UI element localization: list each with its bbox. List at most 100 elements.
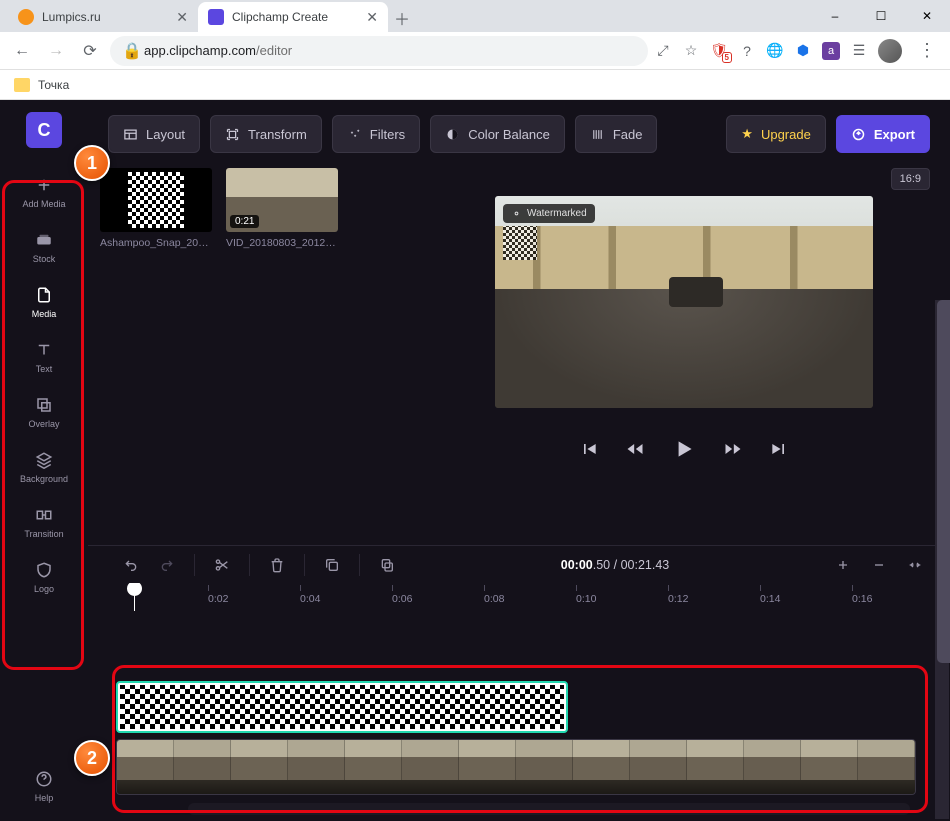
overlay-track[interactable]: [116, 681, 930, 733]
btn-label: Layout: [146, 127, 185, 142]
sidebar-label: Logo: [34, 584, 54, 594]
ruler-tick: 0:16: [852, 593, 872, 605]
ruler-tick: 0:04: [300, 593, 320, 605]
split-icon[interactable]: [207, 550, 237, 580]
zoom-fit-icon[interactable]: [900, 550, 930, 580]
layout-button[interactable]: Layout: [108, 115, 200, 153]
window-minimize[interactable]: –: [812, 0, 858, 32]
extension-globe-icon[interactable]: 🌐: [766, 42, 784, 60]
ruler-tick: 0:12: [668, 593, 688, 605]
bookmark-bar: Точка: [0, 70, 950, 100]
redo-icon[interactable]: [152, 550, 182, 580]
playhead-handle[interactable]: [127, 583, 142, 596]
media-thumb[interactable]: 0:21 VID_20180803_201255…: [226, 168, 338, 249]
paste-icon[interactable]: [372, 550, 402, 580]
bookmark-star-icon[interactable]: ☆: [682, 42, 700, 60]
stock-icon: [33, 229, 55, 251]
nav-back-icon[interactable]: ←: [8, 37, 36, 65]
app-logo[interactable]: C: [26, 112, 62, 148]
upgrade-button[interactable]: ★ Upgrade: [726, 115, 826, 153]
sidebar-item-stock[interactable]: Stock: [14, 225, 74, 268]
media-bin: Ashampoo_Snap_2020… 0:21 VID_20180803_20…: [88, 168, 438, 545]
sidebar-label: Add Media: [22, 199, 65, 209]
fade-button[interactable]: Fade: [575, 115, 658, 153]
window-maximize[interactable]: ☐: [858, 0, 904, 32]
tab-close-icon[interactable]: ✕: [366, 9, 378, 26]
nav-reload-icon[interactable]: ⟳: [76, 37, 104, 65]
extension-a-icon[interactable]: a: [822, 42, 840, 60]
overlay-icon: [33, 394, 55, 416]
timeline-ruler[interactable]: 0:02 0:04 0:06 0:08 0:10 0:12 0:14 0:16: [88, 583, 950, 611]
forward-icon[interactable]: [723, 439, 743, 459]
window-controls: – ☐ ✕: [812, 0, 950, 32]
preview-column: 16:9 Watermarked: [438, 168, 950, 545]
sidebar-label: Background: [20, 474, 68, 484]
aspect-ratio-chip[interactable]: 16:9: [891, 168, 930, 190]
browser-tab-clipchamp[interactable]: Clipchamp Create ✕: [198, 2, 388, 32]
duplicate-icon[interactable]: [317, 550, 347, 580]
top-toolbar: Layout Transform Filters Color Balance F…: [88, 100, 950, 168]
sidebar-item-overlay[interactable]: Overlay: [14, 390, 74, 433]
sidebar-item-logo[interactable]: Logo: [14, 555, 74, 598]
skip-end-icon[interactable]: [769, 439, 789, 459]
tab-close-icon[interactable]: ✕: [176, 9, 188, 26]
zoom-in-icon[interactable]: [828, 550, 858, 580]
nav-forward-icon[interactable]: →: [42, 37, 70, 65]
vertical-scrollbar[interactable]: [935, 300, 949, 819]
plus-icon: [33, 174, 55, 196]
sidebar-item-transition[interactable]: Transition: [14, 500, 74, 543]
translate-icon[interactable]: ⤢: [654, 42, 672, 60]
zoom-out-icon[interactable]: [864, 550, 894, 580]
help-label: Help: [35, 793, 54, 803]
content-row: Ashampoo_Snap_2020… 0:21 VID_20180803_20…: [88, 168, 950, 545]
playhead[interactable]: [134, 583, 135, 611]
qr-overlay-clip[interactable]: [116, 681, 568, 733]
omnibox[interactable]: 🔒 app.clipchamp.com/editor: [110, 36, 648, 66]
btn-label: Export: [874, 127, 915, 142]
window-close[interactable]: ✕: [904, 0, 950, 32]
extension-cube-icon[interactable]: ⬢: [794, 42, 812, 60]
extension-shield-icon[interactable]: 🛡5: [710, 42, 728, 60]
favicon-lumpics: [18, 9, 34, 25]
ruler-tick: 0:06: [392, 593, 412, 605]
color-balance-button[interactable]: Color Balance: [430, 115, 565, 153]
tab-title: Lumpics.ru: [42, 10, 101, 24]
extension-icons: ⤢ ☆ 🛡5 ? 🌐 ⬢ a ☰ ⋮: [654, 39, 942, 63]
filters-button[interactable]: Filters: [332, 115, 420, 153]
timeline-tracks[interactable]: [88, 611, 950, 821]
reading-list-icon[interactable]: ☰: [850, 42, 868, 60]
help-button[interactable]: Help: [0, 768, 88, 803]
thumb-label: Ashampoo_Snap_2020…: [100, 237, 212, 249]
browser-tab-lumpics[interactable]: Lumpics.ru ✕: [8, 2, 198, 32]
extension-help-icon[interactable]: ?: [738, 42, 756, 60]
delete-icon[interactable]: [262, 550, 292, 580]
sidebar-label: Transition: [24, 529, 63, 539]
undo-icon[interactable]: [116, 550, 146, 580]
play-icon[interactable]: [671, 436, 697, 462]
sidebar-item-text[interactable]: Text: [14, 335, 74, 378]
sidebar-item-add-media[interactable]: Add Media: [14, 170, 74, 213]
sidebar-item-background[interactable]: Background: [14, 445, 74, 488]
export-button[interactable]: Export: [836, 115, 930, 153]
video-clip[interactable]: [116, 739, 916, 795]
video-preview[interactable]: Watermarked: [495, 196, 873, 408]
new-tab-button[interactable]: ＋: [388, 4, 416, 32]
sidebar-label: Overlay: [28, 419, 59, 429]
sidebar: C Add Media Stock Media Text Overlay: [0, 100, 88, 821]
ruler-tick: 0:14: [760, 593, 780, 605]
sidebar-item-media[interactable]: Media: [14, 280, 74, 323]
skip-start-icon[interactable]: [579, 439, 599, 459]
profile-avatar[interactable]: [878, 39, 902, 63]
media-thumb[interactable]: Ashampoo_Snap_2020…: [100, 168, 212, 249]
transform-button[interactable]: Transform: [210, 115, 322, 153]
titlebar: Lumpics.ru ✕ Clipchamp Create ✕ ＋ – ☐ ✕: [0, 0, 950, 32]
horizontal-scrollbar[interactable]: [188, 803, 910, 815]
timeline-toolbar: 00:00.50 / 00:21.43: [88, 545, 950, 583]
bookmark-item[interactable]: Точка: [38, 78, 69, 92]
video-track[interactable]: [116, 739, 930, 795]
annotation-badge-2: 2: [74, 740, 110, 776]
rewind-icon[interactable]: [625, 439, 645, 459]
chrome-menu-icon[interactable]: ⋮: [912, 40, 942, 61]
sidebar-label: Stock: [33, 254, 56, 264]
browser-tabs: Lumpics.ru ✕ Clipchamp Create ✕ ＋: [0, 0, 416, 32]
